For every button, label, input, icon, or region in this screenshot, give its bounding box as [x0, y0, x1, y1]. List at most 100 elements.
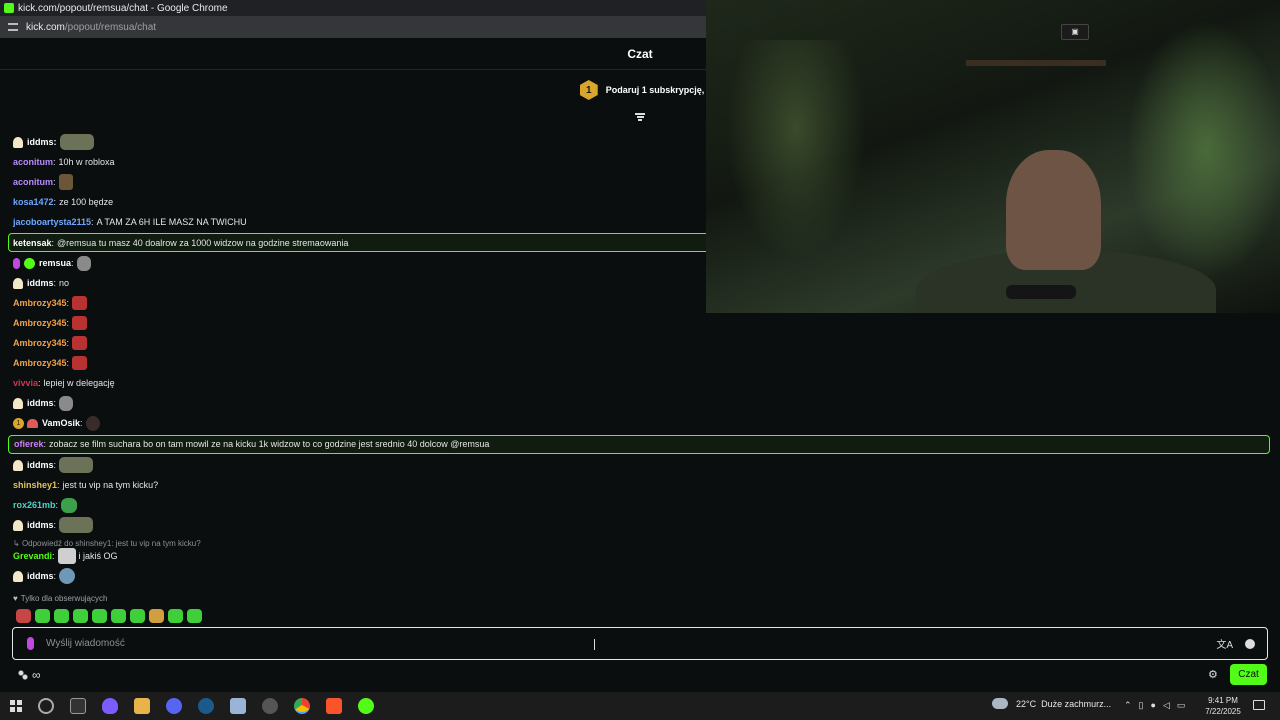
file-explorer-icon[interactable]: [134, 698, 150, 714]
message-text: @remsua tu masz 40 doalrow za 1000 widzo…: [57, 238, 349, 248]
channel-points[interactable]: ∞: [18, 668, 41, 682]
plant-decoration: [1126, 20, 1280, 280]
chat-message: Grevandi: i jakiś OG: [13, 548, 118, 564]
quick-emote-icon[interactable]: [35, 609, 50, 623]
quick-emote-icon[interactable]: [73, 609, 88, 623]
quick-emote-icon[interactable]: [54, 609, 69, 623]
obs-icon[interactable]: [262, 698, 278, 714]
message-text: zobacz se film suchara bo on tam mowil z…: [49, 439, 490, 449]
kick-app-icon[interactable]: [358, 698, 374, 714]
quick-emote-icon[interactable]: [130, 609, 145, 623]
message-username[interactable]: vivvia: [13, 378, 38, 388]
angry-emote-icon: [72, 336, 88, 350]
message-username[interactable]: kosa1472: [13, 197, 54, 207]
ghost-badge-icon: [13, 519, 23, 531]
quick-emote-icon[interactable]: [16, 609, 31, 623]
quick-emote-icon[interactable]: [92, 609, 107, 623]
steam-icon[interactable]: [198, 698, 214, 714]
message-username[interactable]: ofierek: [14, 439, 44, 449]
translate-icon[interactable]: 文A: [1216, 636, 1233, 651]
chat-message: iddms:: [13, 517, 94, 533]
send-chat-button[interactable]: Czat: [1230, 664, 1267, 685]
message-username[interactable]: iddms: [27, 460, 54, 470]
message-username[interactable]: iddms: [27, 571, 54, 581]
chat-message: iddms:: [13, 134, 94, 150]
angry-emote-icon: [72, 296, 88, 310]
notifications-icon[interactable]: [1253, 700, 1265, 710]
points-icon: [18, 670, 28, 680]
stream-video[interactable]: ▣: [706, 0, 1280, 313]
heart-icon: ♥: [13, 594, 18, 603]
microphone-icon: [1006, 285, 1076, 299]
brave-icon[interactable]: [326, 698, 342, 714]
ball-emote-icon: [59, 568, 76, 584]
chevron-up-icon[interactable]: ⌃: [1124, 700, 1132, 711]
window-title: kick.com/popout/remsua/chat - Google Chr…: [18, 2, 228, 14]
message-username[interactable]: Grevandi: [13, 551, 52, 561]
windows-start-icon[interactable]: [10, 700, 22, 712]
message-text: lepiej w delegację: [43, 378, 115, 388]
volume-icon[interactable]: ◁: [1163, 700, 1170, 711]
message-username[interactable]: aconitum: [13, 157, 53, 167]
quick-emote-icon[interactable]: [168, 609, 183, 623]
clock-date: 7/22/2025: [1205, 707, 1241, 716]
task-view-icon[interactable]: [38, 698, 54, 714]
site-settings-icon[interactable]: [8, 23, 18, 31]
message-text: ze 100 będze: [59, 197, 114, 207]
angry-emote-icon: [72, 316, 88, 330]
message-username[interactable]: Ambrozy345: [13, 338, 67, 348]
chat-message: shinshey1: jest tu vip na tym kicku?: [13, 480, 159, 490]
tank-emote-icon: [59, 457, 94, 473]
dark-emote-icon: [85, 415, 100, 431]
message-username[interactable]: iddms: [27, 278, 54, 288]
quick-emote-icon[interactable]: [149, 609, 164, 623]
kick-favicon-icon: [4, 3, 14, 13]
message-username[interactable]: iddms: [27, 520, 54, 530]
network-icon[interactable]: ▭: [1177, 700, 1186, 711]
ghost-badge-icon: [13, 570, 23, 582]
chat-message: vivvia: lepiej w delegację: [13, 378, 115, 388]
quick-emote-icon[interactable]: [187, 609, 202, 623]
message-username[interactable]: iddms:: [27, 137, 57, 147]
angry-emote-icon: [72, 356, 88, 370]
picture-emote-icon: [57, 548, 76, 564]
chat-input-container: 文A: [12, 627, 1268, 660]
chat-message-highlighted: ketensak: @remsua tu masz 40 doalrow za …: [13, 238, 349, 248]
weather-widget[interactable]: 22°C Duże zachmurz...: [992, 698, 1111, 709]
settings-gear-icon[interactable]: ⚙: [1208, 668, 1218, 681]
verified-badge-icon: [24, 257, 35, 269]
message-username[interactable]: Ambrozy345: [13, 318, 67, 328]
chat-message: remsua:: [13, 255, 91, 271]
chat-message-input[interactable]: [46, 628, 1217, 659]
quick-emote-icon[interactable]: [111, 609, 126, 623]
message-username[interactable]: remsua: [39, 258, 71, 268]
message-username[interactable]: jacoboartysta2115: [13, 217, 91, 227]
mic-icon[interactable]: [27, 637, 34, 650]
taskbar-clock[interactable]: 9:41 PM 7/22/2025: [1200, 695, 1246, 717]
streamer-face: [1006, 150, 1101, 270]
terminal-icon[interactable]: [70, 698, 86, 714]
face-emote-icon: [59, 395, 74, 411]
calendar-app-icon[interactable]: [230, 698, 246, 714]
url-path: /popout/remsua/chat: [64, 21, 157, 33]
reply-context[interactable]: ↳ Odpowiedź do shinshey1: jest tu vip na…: [13, 539, 201, 548]
emoji-picker-icon[interactable]: [1245, 638, 1255, 649]
message-username[interactable]: aconitum: [13, 177, 53, 187]
app-flame-icon[interactable]: [102, 698, 118, 714]
mic-tray-icon[interactable]: ●: [1151, 700, 1156, 711]
ghost-badge-icon: [13, 459, 23, 471]
system-tray: ⌃ ▯ ● ◁ ▭: [1124, 700, 1185, 711]
chat-message: Ambrozy345:: [13, 295, 88, 311]
message-username[interactable]: Ambrozy345: [13, 358, 67, 368]
message-username[interactable]: VamOsik: [42, 418, 80, 428]
message-username[interactable]: rox261mb: [13, 500, 56, 510]
discord-icon[interactable]: [166, 698, 182, 714]
battery-icon[interactable]: ▯: [1139, 700, 1144, 711]
broadcaster-badge-icon: [13, 257, 20, 269]
chat-message: iddms:: [13, 568, 76, 584]
message-username[interactable]: Ambrozy345: [13, 298, 67, 308]
message-username[interactable]: shinshey1: [13, 480, 57, 490]
message-username[interactable]: ketensak: [13, 238, 52, 248]
chrome-icon[interactable]: [294, 698, 310, 714]
message-username[interactable]: iddms: [27, 398, 54, 408]
